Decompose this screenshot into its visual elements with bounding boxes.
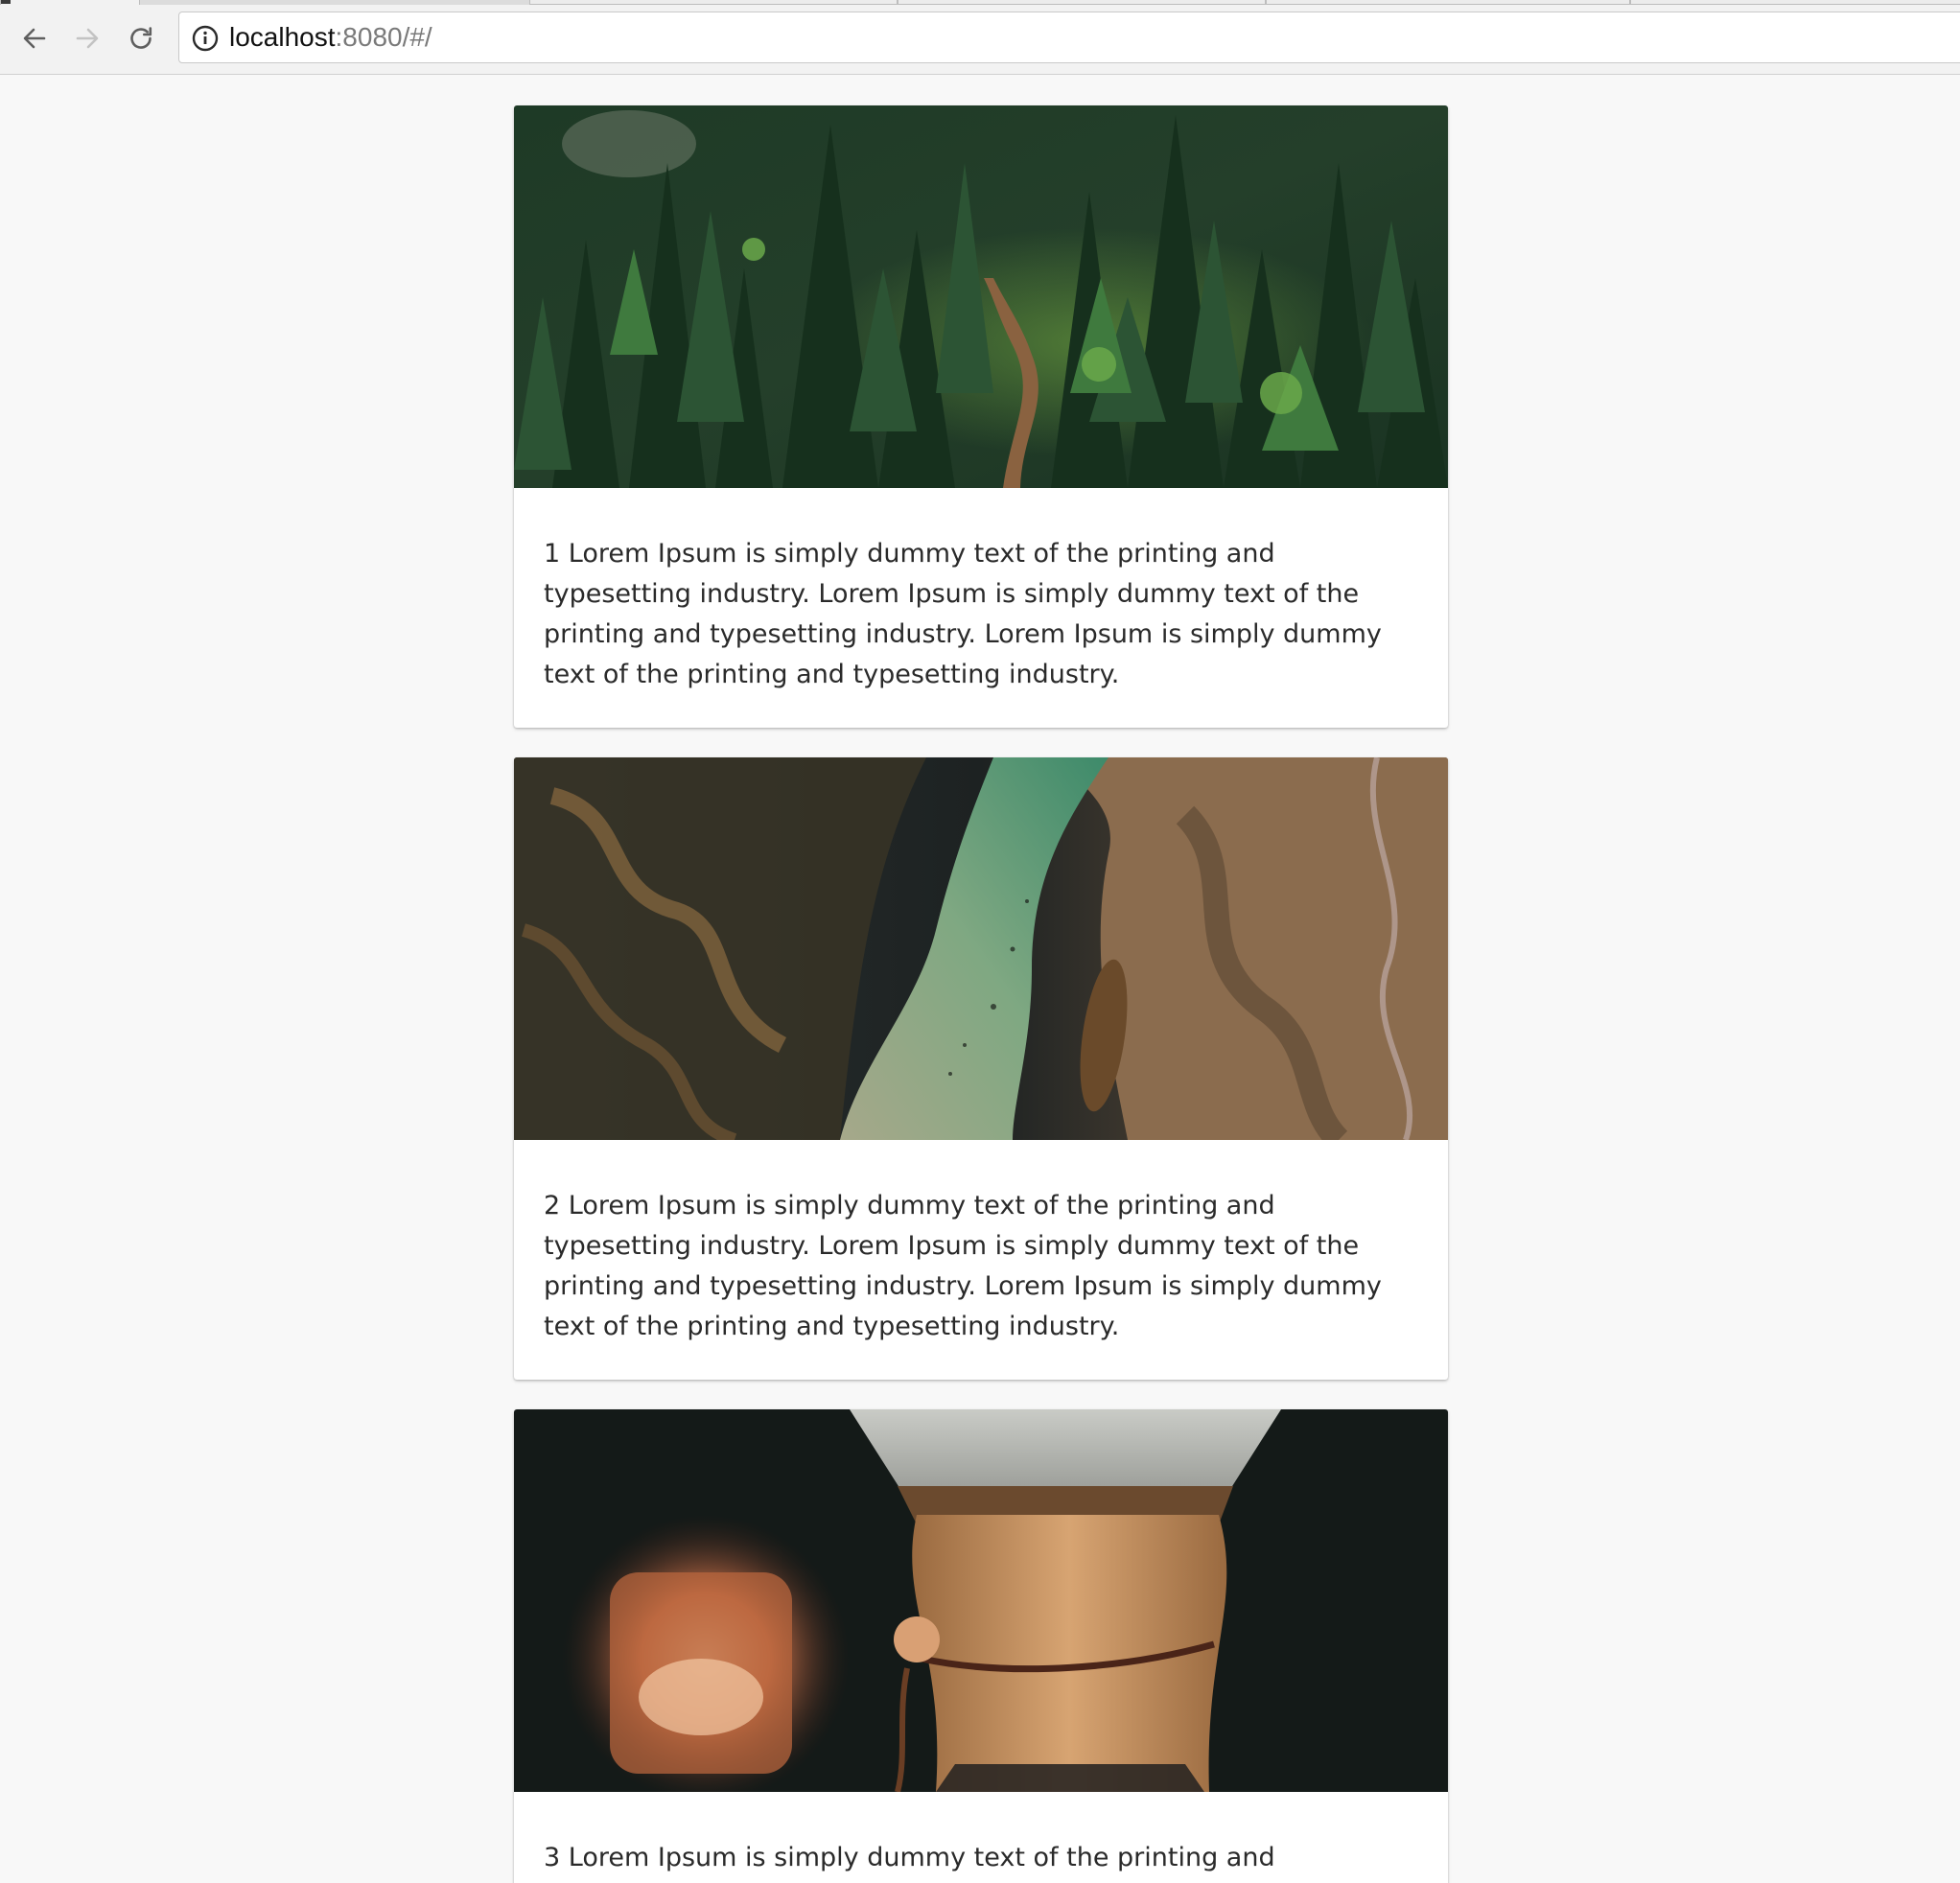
tab-indicator: [1, 0, 11, 4]
card-text: 2 Lorem Ipsum is simply dummy text of th…: [544, 1191, 1382, 1341]
coffee-image: [514, 1409, 1448, 1792]
card: 2 Lorem Ipsum is simply dummy text of th…: [514, 757, 1448, 1380]
card-text: 3 Lorem Ipsum is simply dummy text of th…: [544, 1843, 1275, 1872]
page-content: 1 Lorem Ipsum is simply dummy text of th…: [0, 75, 1960, 1883]
browser-tab[interactable]: [1630, 0, 1960, 5]
url-host: localhost: [229, 22, 336, 52]
card: 3 Lorem Ipsum is simply dummy text of th…: [514, 1409, 1448, 1883]
tab-strip: [0, 0, 1960, 5]
arrow-left-icon: [23, 28, 46, 49]
forward-button[interactable]: [66, 17, 108, 59]
river-image: [514, 757, 1448, 1140]
url-text[interactable]: localhost:8080/#/: [229, 12, 432, 62]
card-image: [514, 1409, 1448, 1792]
card-image: [514, 757, 1448, 1140]
browser-tab[interactable]: [898, 0, 1266, 5]
info-icon[interactable]: [191, 24, 220, 53]
arrow-right-icon: [76, 28, 99, 49]
card-text: 1 Lorem Ipsum is simply dummy text of th…: [544, 539, 1382, 689]
card: 1 Lorem Ipsum is simply dummy text of th…: [514, 105, 1448, 728]
browser-tab[interactable]: [1266, 0, 1630, 5]
browser-tab-active[interactable]: [0, 0, 140, 5]
forest-image: [514, 105, 1448, 488]
back-button[interactable]: [13, 17, 56, 59]
reload-icon: [130, 27, 152, 49]
browser-toolbar: localhost:8080/#/: [0, 0, 1960, 75]
card-image: [514, 105, 1448, 488]
address-bar[interactable]: localhost:8080/#/: [178, 12, 1960, 63]
url-path: :8080/#/: [335, 22, 432, 52]
browser-tab[interactable]: [529, 0, 898, 5]
reload-button[interactable]: [120, 17, 162, 59]
